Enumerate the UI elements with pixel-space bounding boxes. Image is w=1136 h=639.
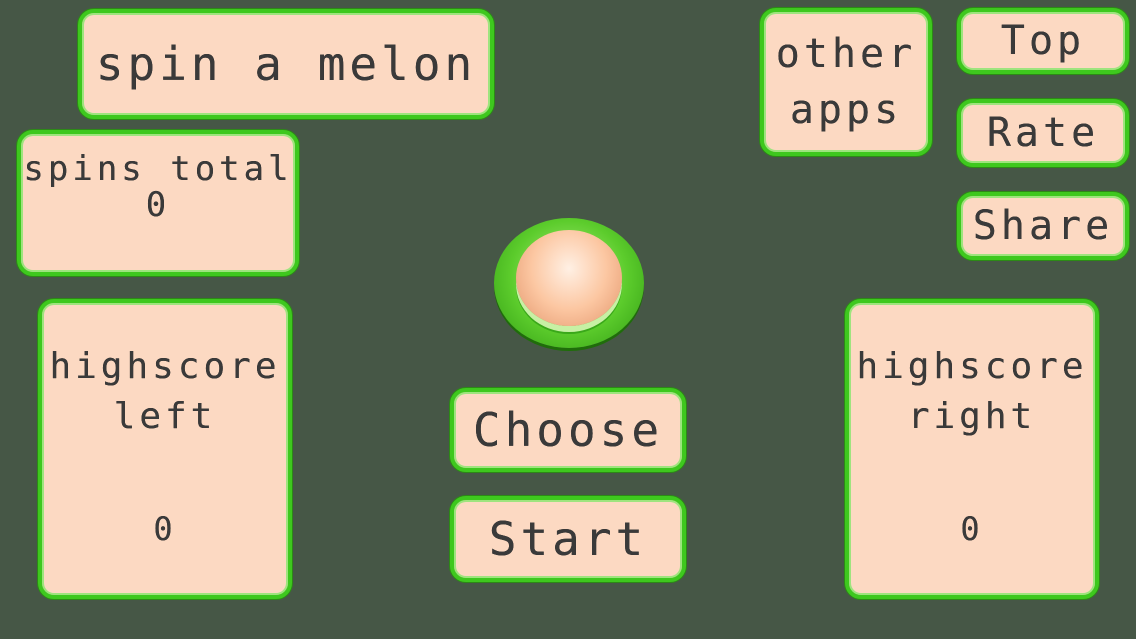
highscore-left-value: 0 [153,510,177,548]
spins-total-value: 0 [145,185,171,225]
highscore-left-label-line1: highscore [49,346,281,387]
other-apps-label-line1: other [775,31,917,77]
share-button-label: Share [972,203,1114,249]
spins-total-label: spins total [23,149,293,189]
highscore-left-panel: highscore left 0 [38,299,292,599]
choose-button-label: Choose [472,403,664,457]
start-button[interactable]: Start [450,496,686,582]
other-apps-button[interactable]: other apps [760,8,932,156]
spins-total-panel: spins total 0 [17,130,299,276]
choose-button[interactable]: Choose [450,388,686,472]
highscore-right-panel: highscore right 0 [845,299,1099,599]
spin-button-cap [516,230,622,326]
other-apps-label-line2: apps [789,87,903,133]
game-title: spin a melon [78,9,494,119]
rate-button-label: Rate [986,110,1100,156]
highscore-right-label-line2: right [907,396,1037,437]
highscore-left-label-line2: left [113,396,217,437]
share-button[interactable]: Share [957,192,1129,260]
highscore-right-label-line1: highscore [856,346,1088,387]
game-title-text: spin a melon [95,37,477,91]
highscore-right-value: 0 [960,510,984,548]
start-button-label: Start [488,512,648,566]
top-button[interactable]: Top [957,8,1129,74]
top-button-label: Top [1000,18,1086,64]
rate-button[interactable]: Rate [957,99,1129,167]
spin-button[interactable] [494,218,644,348]
